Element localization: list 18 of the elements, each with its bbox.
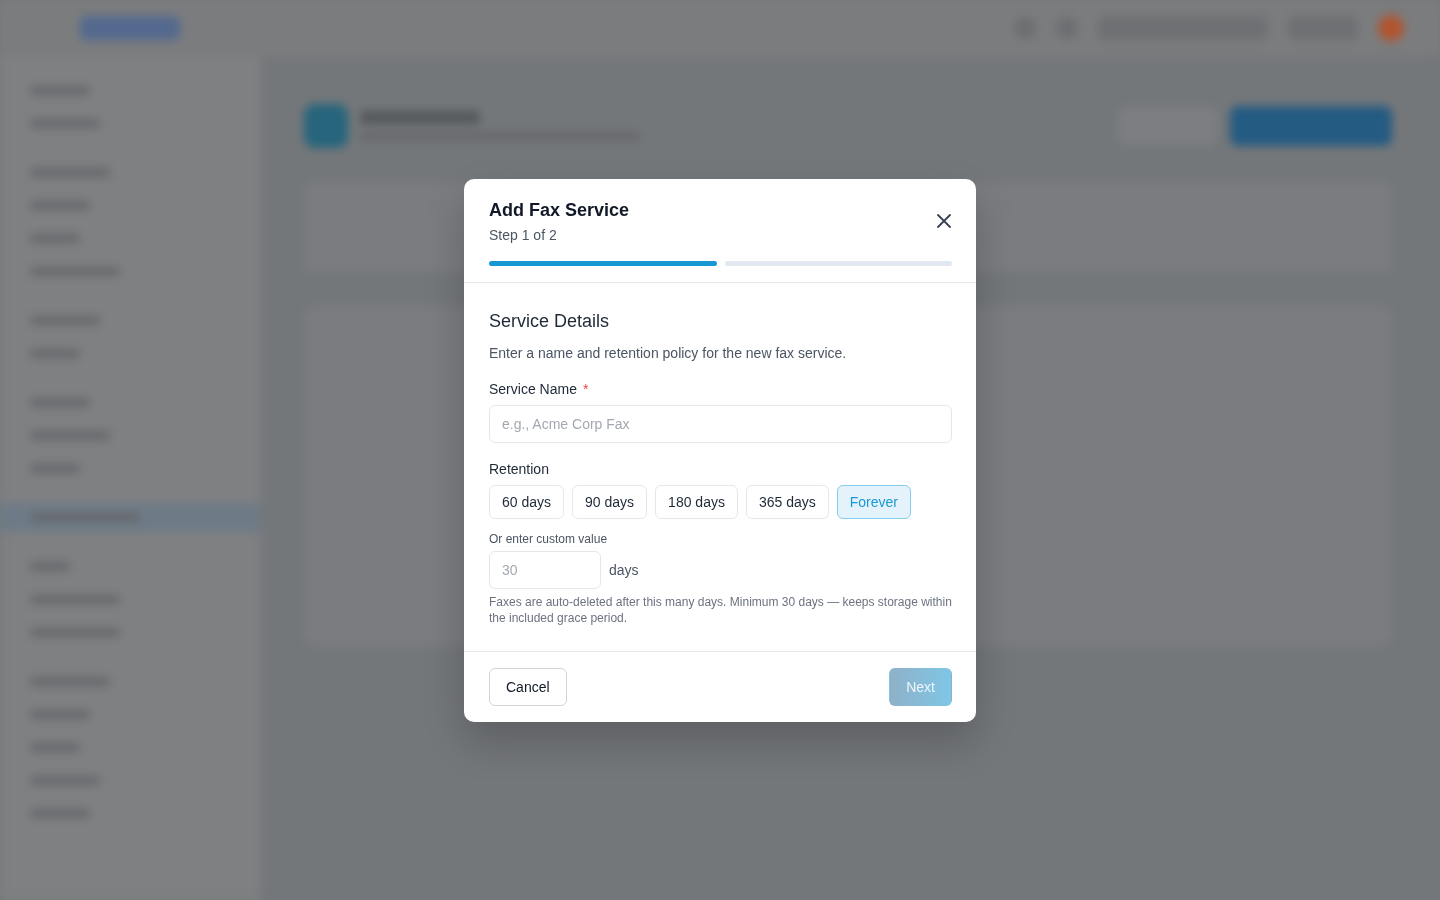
custom-value-label: Or enter custom value bbox=[489, 530, 609, 547]
retention-option[interactable]: 180 days bbox=[655, 484, 738, 519]
close-icon bbox=[937, 214, 951, 228]
retention-option[interactable]: 90 days bbox=[572, 484, 648, 519]
custom-days-input[interactable]: 30 bbox=[489, 550, 601, 589]
section-description: Enter a name and retention policy for the new fax service. bbox=[489, 343, 848, 363]
retention-option[interactable]: 60 days bbox=[489, 484, 565, 519]
field-label: Service Name bbox=[489, 379, 577, 399]
field-label: Retention bbox=[489, 459, 549, 479]
help-text: Faxes are auto-deleted after this many days. Minimum 30 days — keeps storage within the included grace period. bbox=[489, 593, 952, 626]
unit-label: days bbox=[609, 561, 639, 578]
service-name-input[interactable]: e.g., Acme Corp Fax bbox=[489, 404, 952, 443]
retention-option[interactable]: 365 days bbox=[745, 484, 829, 519]
step-indicator: Step 1 of 2 bbox=[489, 225, 558, 245]
dialog-title: Add Fax Service bbox=[489, 198, 631, 222]
cancel-button[interactable]: Cancel bbox=[489, 667, 567, 706]
section-title: Service Details bbox=[489, 309, 611, 333]
required-mark: * bbox=[582, 379, 589, 399]
